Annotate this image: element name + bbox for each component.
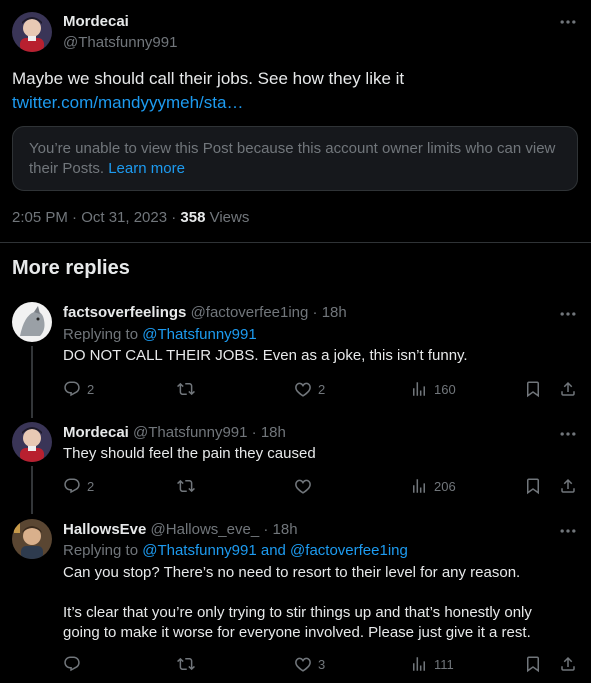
reply-icon bbox=[63, 655, 81, 673]
replying-to-link[interactable]: @Thatsfunny991 and @factoverfee1ing bbox=[142, 542, 408, 559]
views-label: Views bbox=[205, 209, 250, 226]
views-count: 206 bbox=[434, 478, 456, 494]
like-count: 2 bbox=[318, 381, 326, 397]
avatar[interactable] bbox=[12, 12, 52, 52]
avatar[interactable] bbox=[12, 302, 52, 342]
post-timestamp[interactable]: 2:05 PM · Oct 31, 2023 · bbox=[12, 209, 180, 226]
share-button[interactable] bbox=[559, 655, 577, 673]
retweet-button[interactable] bbox=[177, 380, 201, 398]
retweet-icon bbox=[177, 655, 195, 673]
reply-icon bbox=[63, 380, 81, 398]
views-icon bbox=[410, 380, 428, 398]
divider bbox=[0, 242, 591, 243]
reply-author-name[interactable]: factsoverfeelings bbox=[63, 304, 186, 321]
reply-count: 2 bbox=[87, 478, 95, 494]
bookmark-icon bbox=[524, 477, 542, 495]
views-icon bbox=[410, 655, 428, 673]
bookmark-icon bbox=[524, 380, 542, 398]
views-button[interactable]: 111 bbox=[410, 655, 454, 673]
reply-header: Mordecai @Thatsfunny991 · 18h bbox=[63, 424, 286, 441]
views-button[interactable]: 160 bbox=[410, 380, 456, 398]
views-button[interactable]: 206 bbox=[410, 477, 456, 495]
more-replies-heading: More replies bbox=[12, 257, 130, 279]
views-count: 358 bbox=[180, 209, 206, 226]
reply-text: It’s clear that you’re only trying to st… bbox=[63, 604, 532, 641]
replying-to-link[interactable]: @Thatsfunny991 bbox=[142, 326, 256, 343]
post-metadata: 2:05 PM · Oct 31, 2023 · 358 Views bbox=[12, 209, 249, 226]
author-handle[interactable]: @Thatsfunny991 bbox=[63, 34, 177, 51]
views-icon bbox=[410, 477, 428, 495]
reply-header: HallowsEve @Hallows_eve_ · 18h bbox=[63, 521, 298, 538]
bookmark-button[interactable] bbox=[524, 380, 542, 398]
reply-text: They should feel the pain they caused bbox=[63, 445, 316, 462]
like-button[interactable]: 3 bbox=[294, 655, 325, 673]
reply-time[interactable]: · 18h bbox=[313, 304, 347, 321]
replying-to-prefix: Replying to bbox=[63, 542, 143, 559]
more-options-icon[interactable] bbox=[558, 521, 578, 541]
bookmark-icon bbox=[524, 655, 542, 673]
share-button[interactable] bbox=[559, 477, 577, 495]
retweet-button[interactable] bbox=[177, 655, 201, 673]
bookmark-button[interactable] bbox=[524, 655, 542, 673]
reply-text: Can you stop? There’s no need to resort … bbox=[63, 564, 521, 581]
like-button[interactable] bbox=[294, 477, 318, 495]
like-icon bbox=[294, 655, 312, 673]
reply-author-name[interactable]: Mordecai bbox=[63, 424, 129, 441]
reply-author-handle[interactable]: @Thatsfunny991 bbox=[133, 424, 247, 441]
restricted-notice: You’re unable to view this Post because … bbox=[12, 126, 578, 191]
share-icon bbox=[559, 477, 577, 495]
avatar[interactable] bbox=[12, 519, 52, 559]
share-icon bbox=[559, 380, 577, 398]
more-options-icon[interactable] bbox=[558, 424, 578, 444]
reply-button[interactable]: 2 bbox=[63, 380, 94, 398]
reply-time[interactable]: · 18h bbox=[252, 424, 286, 441]
reply-header: factsoverfeelings @factoverfee1ing · 18h bbox=[63, 304, 347, 321]
author-name[interactable]: Mordecai bbox=[63, 13, 129, 30]
replying-to: Replying to @Thatsfunny991 and @factover… bbox=[63, 542, 408, 559]
post-text: Maybe we should call their jobs. See how… bbox=[12, 69, 405, 88]
more-options-icon[interactable] bbox=[558, 12, 578, 32]
reply-author-handle[interactable]: @Hallows_eve_ bbox=[151, 521, 260, 538]
reply-text: DO NOT CALL THEIR JOBS. Even as a joke, … bbox=[63, 347, 468, 364]
reply-icon bbox=[63, 477, 81, 495]
reply-button[interactable] bbox=[63, 655, 87, 673]
retweet-button[interactable] bbox=[177, 477, 201, 495]
replying-to-prefix: Replying to bbox=[63, 326, 143, 343]
replying-to: Replying to @Thatsfunny991 bbox=[63, 326, 257, 343]
bookmark-button[interactable] bbox=[524, 477, 542, 495]
avatar[interactable] bbox=[12, 422, 52, 462]
like-count: 3 bbox=[318, 656, 326, 672]
more-options-icon[interactable] bbox=[558, 304, 578, 324]
thread-line bbox=[31, 346, 33, 418]
reply-author-handle[interactable]: @factoverfee1ing bbox=[191, 304, 309, 321]
share-icon bbox=[559, 655, 577, 673]
reply-time[interactable]: · 18h bbox=[263, 521, 297, 538]
like-button[interactable]: 2 bbox=[294, 380, 325, 398]
like-icon bbox=[294, 380, 312, 398]
reply-button[interactable]: 2 bbox=[63, 477, 94, 495]
retweet-icon bbox=[177, 380, 195, 398]
views-count: 160 bbox=[434, 381, 456, 397]
reply-count: 2 bbox=[87, 381, 95, 397]
learn-more-link[interactable]: Learn more bbox=[108, 160, 185, 177]
reply-author-name[interactable]: HallowsEve bbox=[63, 521, 146, 538]
like-icon bbox=[294, 477, 312, 495]
views-count: 111 bbox=[434, 656, 454, 672]
post-link[interactable]: twitter.com/mandyyymeh/sta… bbox=[12, 92, 243, 114]
thread-line bbox=[31, 466, 33, 514]
share-button[interactable] bbox=[559, 380, 577, 398]
retweet-icon bbox=[177, 477, 195, 495]
